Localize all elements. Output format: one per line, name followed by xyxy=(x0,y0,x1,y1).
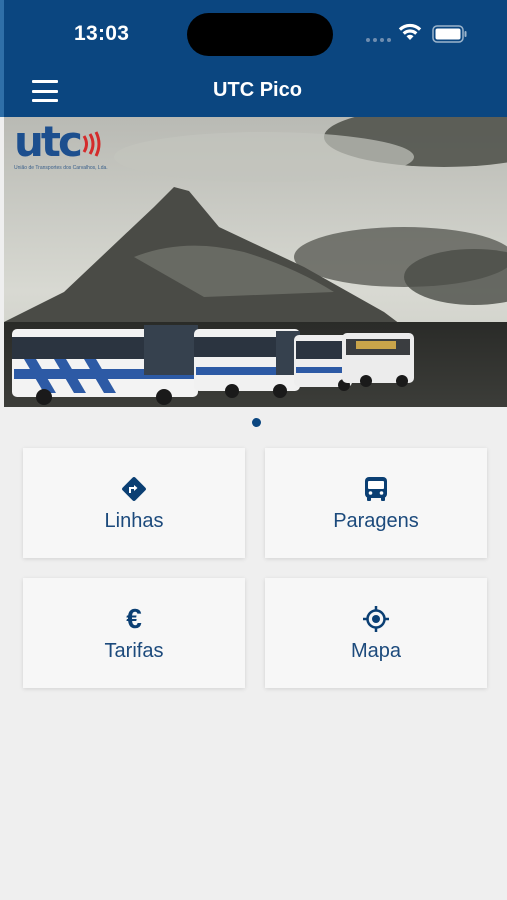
camera-notch xyxy=(187,13,333,56)
logo-wordmark: utc xyxy=(14,117,83,166)
tile-mapa[interactable]: Mapa xyxy=(265,578,487,688)
tile-label-linhas: Linhas xyxy=(104,509,164,532)
utc-logo: utc União de Transportes dos Carvalhos, … xyxy=(14,117,108,172)
tile-linhas[interactable]: Linhas xyxy=(23,448,245,558)
carousel-page-indicator[interactable] xyxy=(252,418,261,427)
page-title: UTC Pico xyxy=(213,79,302,101)
tile-label-paragens: Paragens xyxy=(333,509,419,532)
logo-subtitle: União de Transportes dos Carvalhos, Lda. xyxy=(14,165,108,171)
tile-label-tarifas: Tarifas xyxy=(104,639,164,662)
banner-carousel-image[interactable]: utc União de Transportes dos Carvalhos, … xyxy=(4,117,507,407)
cellular-signal-icon xyxy=(366,38,391,42)
euro-symbol: € xyxy=(126,602,142,634)
bus-icon xyxy=(363,474,389,504)
app-header: 13:03 UTC Pico xyxy=(0,0,507,117)
app-screen: 13:03 UTC Pico utc União de Transportes … xyxy=(0,0,507,900)
battery-icon xyxy=(432,25,467,43)
wifi-icon xyxy=(398,23,422,40)
euro-icon: € xyxy=(126,602,142,634)
status-time: 13:03 xyxy=(74,22,130,45)
signal-waves-icon xyxy=(82,131,101,157)
tile-label-mapa: Mapa xyxy=(350,639,402,662)
tile-paragens[interactable]: Paragens xyxy=(265,448,487,558)
route-direction-icon xyxy=(120,474,148,504)
location-target-icon xyxy=(362,604,390,634)
tile-tarifas[interactable]: € Tarifas xyxy=(23,578,245,688)
